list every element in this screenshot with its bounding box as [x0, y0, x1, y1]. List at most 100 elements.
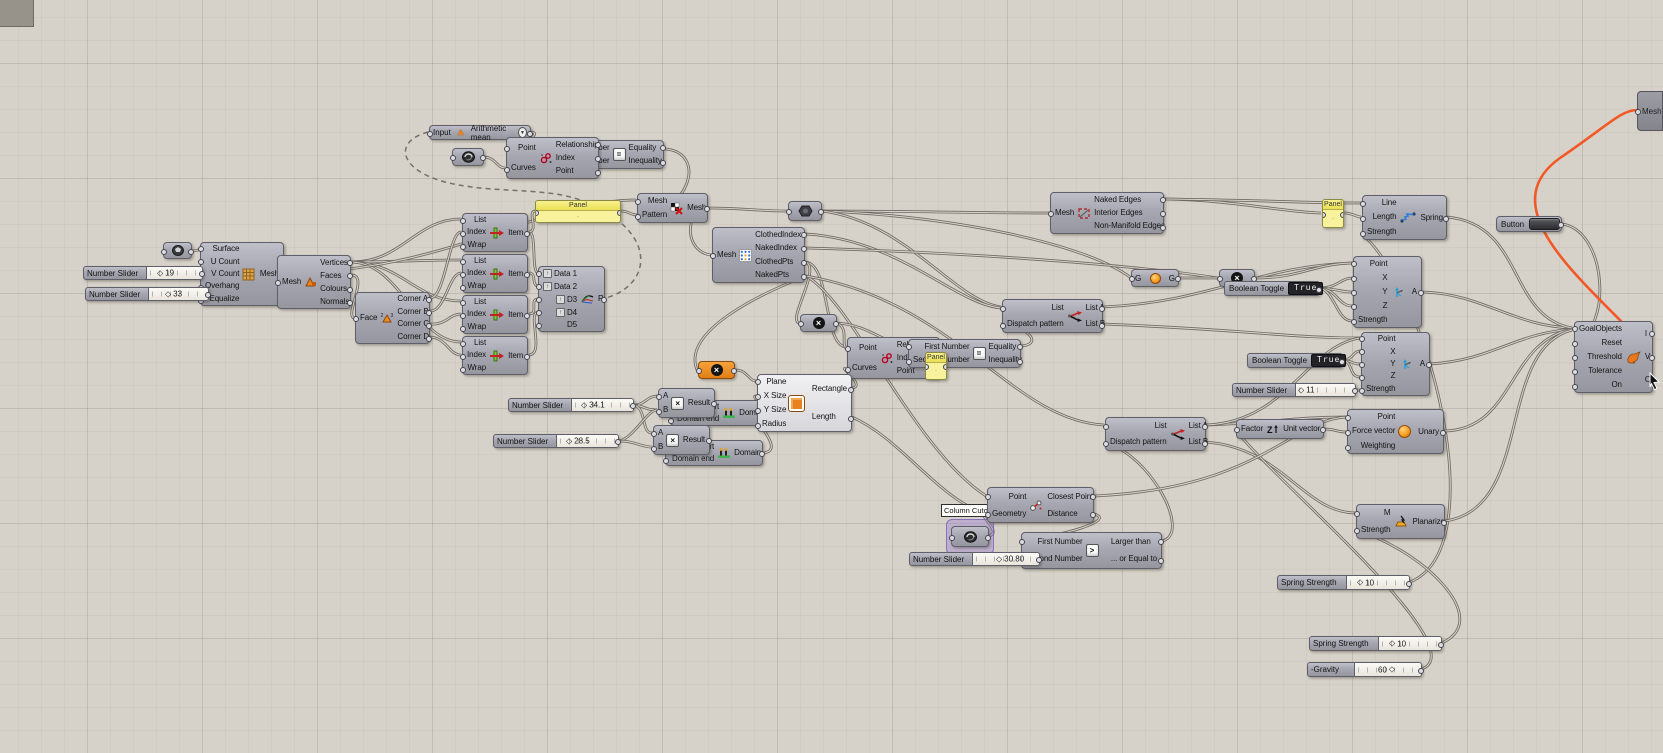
- port-nub[interactable]: [460, 300, 466, 306]
- port-nub[interactable]: [450, 155, 456, 161]
- slider-track[interactable]: ◇28.5: [557, 435, 618, 447]
- port-nub[interactable]: [710, 253, 716, 259]
- port-nub[interactable]: [188, 249, 194, 255]
- port-nub[interactable]: [595, 156, 601, 162]
- port-nub[interactable]: [818, 209, 824, 215]
- wire[interactable]: [1447, 217, 1572, 328]
- port-nub[interactable]: [660, 160, 666, 166]
- port-nub[interactable]: [460, 367, 466, 373]
- port-nub[interactable]: [1234, 427, 1240, 433]
- port-nub[interactable]: [1017, 359, 1023, 365]
- port-nub[interactable]: [1438, 642, 1444, 648]
- port-nub[interactable]: [1649, 355, 1655, 361]
- port-nub[interactable]: [1635, 109, 1641, 115]
- wire[interactable]: [484, 157, 505, 168]
- port-nub[interactable]: [460, 259, 466, 265]
- port-nub[interactable]: [1000, 323, 1006, 329]
- panel-note[interactable]: Panel·: [925, 352, 947, 380]
- slider-grip[interactable]: ◇: [1357, 579, 1363, 587]
- wire[interactable]: [695, 276, 806, 370]
- port-nub[interactable]: [755, 423, 761, 429]
- port-nub[interactable]: [635, 199, 641, 205]
- slider-grip[interactable]: ◇: [1389, 666, 1395, 674]
- port-nub[interactable]: [759, 451, 765, 457]
- port-nub[interactable]: [630, 403, 636, 409]
- port-nub[interactable]: [460, 326, 466, 332]
- weld-component[interactable]: [788, 201, 822, 221]
- port-nub[interactable]: [663, 458, 669, 464]
- spring-component[interactable]: LineLengthStrengthSpring: [1362, 195, 1447, 240]
- port-nub[interactable]: [1217, 276, 1223, 282]
- port-nub[interactable]: [275, 280, 281, 286]
- port-nub[interactable]: [353, 316, 359, 322]
- wire[interactable]: [352, 219, 461, 262]
- port-nub[interactable]: [460, 218, 466, 224]
- swirl-component-2[interactable]: [951, 526, 989, 547]
- port-nub[interactable]: [460, 313, 466, 319]
- slider-track[interactable]: ◇10: [1379, 637, 1441, 650]
- spring-strength-slider-1[interactable]: Spring Strength◇10: [1277, 575, 1410, 590]
- port-nub[interactable]: [1418, 668, 1424, 674]
- wire[interactable]: [430, 273, 461, 311]
- slider-track[interactable]: ◇11: [1296, 384, 1355, 396]
- slider-grip[interactable]: ◇: [157, 269, 163, 277]
- port-nub[interactable]: [615, 439, 621, 445]
- slider-grip[interactable]: ◇: [581, 401, 587, 409]
- dispatch-component-2[interactable]: ListDispatch patternList AList B: [1105, 417, 1206, 451]
- wire[interactable]: [430, 314, 461, 324]
- port-nub[interactable]: [798, 321, 804, 327]
- wire[interactable]: [430, 232, 461, 298]
- port-nub[interactable]: [1351, 276, 1357, 282]
- mesh-output-component[interactable]: Mesh: [1637, 91, 1663, 131]
- port-nub[interactable]: [1426, 362, 1432, 368]
- port-nub[interactable]: [536, 297, 542, 303]
- port-nub[interactable]: [1352, 388, 1358, 394]
- gravity-slider[interactable]: -Gravity60◇: [1307, 662, 1422, 677]
- port-nub[interactable]: [161, 249, 167, 255]
- port-nub[interactable]: [1160, 225, 1166, 231]
- list-item-3[interactable]: ListIndexWrapItem: [462, 295, 528, 334]
- port-nub[interactable]: [536, 271, 542, 277]
- port-nub[interactable]: [1359, 375, 1365, 381]
- port-nub[interactable]: [1340, 212, 1344, 218]
- spring-strength-slider-2[interactable]: Spring Strength◇10: [1309, 636, 1442, 651]
- port-nub[interactable]: [906, 359, 912, 365]
- number-slider-strength[interactable]: Number Slider◇11: [1232, 383, 1356, 397]
- port-nub[interactable]: [1129, 276, 1135, 282]
- slider-grip[interactable]: ◇: [1298, 386, 1304, 394]
- port-nub[interactable]: [696, 368, 702, 374]
- port-nub[interactable]: [845, 346, 851, 352]
- port-nub[interactable]: [845, 367, 851, 373]
- port-nub[interactable]: [1440, 430, 1446, 436]
- port-nub[interactable]: [427, 131, 433, 137]
- grasshopper-canvas[interactable]: SurfaceU CountV CountOverhangEqualizeMes…: [0, 0, 1663, 753]
- slider-grip[interactable]: ◇: [165, 290, 171, 298]
- port-nub[interactable]: [504, 146, 510, 152]
- larger-than-component[interactable]: First NumberSecond Number>Larger than...…: [1021, 532, 1162, 569]
- port-nub[interactable]: [711, 401, 717, 407]
- data-dam-component[interactable]: GG: [1131, 269, 1179, 287]
- slider-track[interactable]: ◇34.1: [572, 399, 633, 411]
- port-nub[interactable]: [1359, 388, 1365, 394]
- port-nub[interactable]: [524, 313, 530, 319]
- port-nub[interactable]: [1036, 557, 1042, 563]
- port-nub[interactable]: [1351, 290, 1357, 296]
- wire[interactable]: [1320, 278, 1352, 288]
- x-component-1[interactable]: ×: [800, 314, 837, 332]
- rectangle-component[interactable]: PlaneX SizeY SizeRadiusRectangleLength: [757, 374, 852, 432]
- slider-track[interactable]: ◇30.80: [973, 553, 1039, 565]
- port-nub[interactable]: [1360, 216, 1366, 222]
- multiplication-1[interactable]: AB×Result: [658, 388, 715, 418]
- port-nub[interactable]: [426, 310, 432, 316]
- bulb-icon[interactable]: [1150, 273, 1161, 284]
- multiplication-2[interactable]: AB×Result: [653, 425, 710, 455]
- button-press-area[interactable]: [1529, 218, 1560, 230]
- anchor-component-1[interactable]: PointXYZStrengthA: [1353, 256, 1422, 328]
- port-nub[interactable]: [535, 210, 539, 216]
- anchor-component-2[interactable]: PointXYZStrengthA: [1361, 332, 1430, 396]
- port-nub[interactable]: [1354, 511, 1360, 517]
- number-slider-y[interactable]: Number Slider◇28.5: [493, 434, 619, 448]
- port-nub[interactable]: [801, 260, 807, 266]
- port-nub[interactable]: [731, 368, 737, 374]
- port-nub[interactable]: [985, 512, 991, 518]
